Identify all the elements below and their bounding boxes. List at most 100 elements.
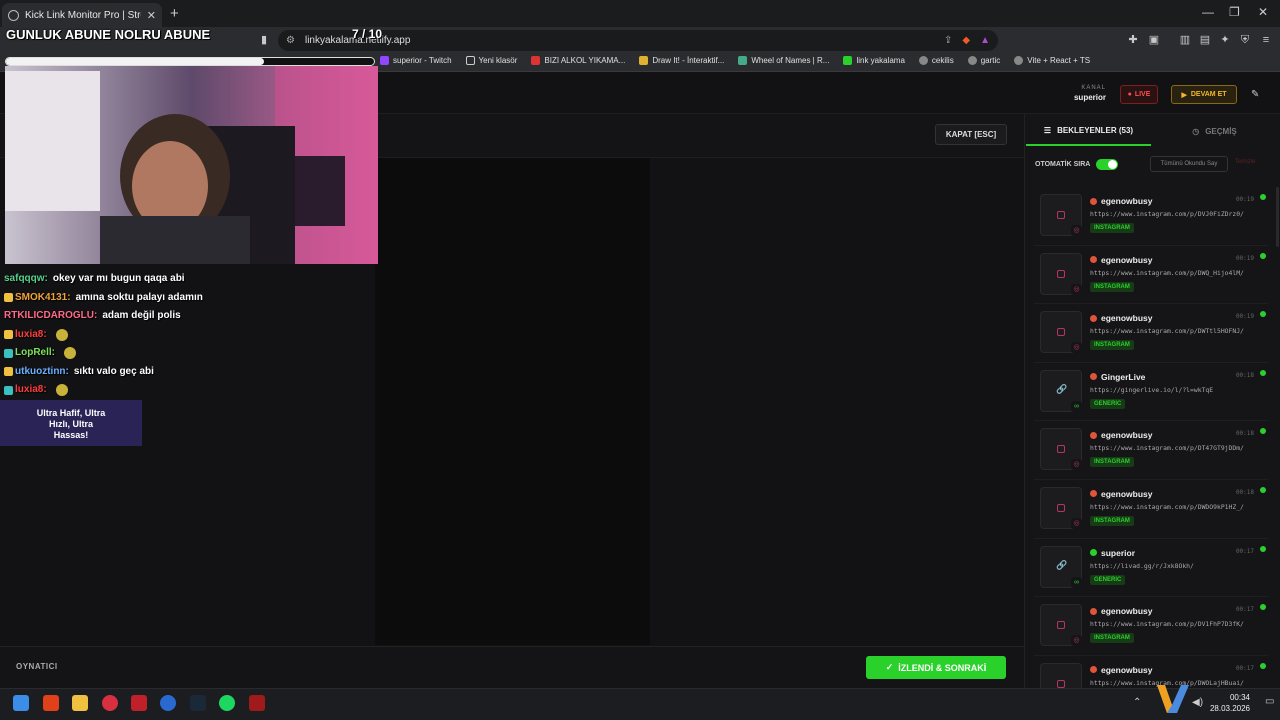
file-explorer-icon[interactable] <box>72 695 88 711</box>
queue-tag: INSTAGRAM <box>1090 340 1134 351</box>
minimize-icon[interactable]: — <box>1202 5 1214 19</box>
platform-badge-icon <box>1090 314 1097 322</box>
queue-url[interactable]: https://livad.gg/r/Jxk8Okh/ <box>1090 562 1260 570</box>
mark-all-read-button[interactable]: Tümünü Okundu Say <box>1150 156 1228 172</box>
queue-url[interactable]: https://www.instagram.com/p/DV1FhP7D3fK/ <box>1090 620 1260 628</box>
wallet-icon[interactable]: ▣ <box>1148 34 1160 46</box>
live-dot-icon: ● <box>1127 91 1132 98</box>
bookmark-item[interactable]: Vite + React + TS <box>1014 56 1090 65</box>
close-player-button[interactable]: KAPAT [ESC] <box>935 124 1007 145</box>
queue-username: superior <box>1090 548 1135 558</box>
notifications-icon[interactable]: ▭ <box>1265 696 1274 707</box>
chat-badge-icon <box>4 330 13 340</box>
volume-icon[interactable]: ◀) <box>1192 697 1203 708</box>
chat-badge-icon <box>4 385 13 395</box>
live-button[interactable]: ● LIVE <box>1120 85 1158 104</box>
maximize-icon[interactable]: ❐ <box>1229 5 1240 19</box>
bookmark-item[interactable]: Draw It! - İnteraktif... <box>639 56 724 65</box>
brave-icon[interactable] <box>43 695 59 711</box>
queue-url[interactable]: https://gingerlive.io/l/?l=wkTqE <box>1090 386 1260 394</box>
app-icon[interactable] <box>160 695 176 711</box>
resume-button[interactable]: ▶ DEVAM ET <box>1171 85 1237 104</box>
chat-username: LopRell: <box>15 347 55 358</box>
status-dot-icon <box>1260 545 1266 552</box>
leo-ai-icon[interactable]: ✦ <box>1219 34 1231 46</box>
queue-item[interactable]: ◎egenowbusyhttps://www.instagram.com/p/D… <box>1034 597 1268 656</box>
chat-username: luxia8: <box>15 384 47 395</box>
system-clock[interactable]: 00:34 28.03.2026 <box>1208 692 1250 714</box>
address-bar[interactable]: ⚙ linkyakalama.netlify.app ⇪ ◆ ▲ <box>278 30 998 51</box>
bookmark-icon[interactable]: ▮ <box>258 34 270 46</box>
queue-item[interactable]: 🔗 ∞ GingerLive https://gingerlive.io/l/?l=w… <box>1034 363 1268 422</box>
brave-shield-icon[interactable]: ◆ <box>962 35 970 46</box>
chat-badge-icon <box>4 348 13 358</box>
channel-info: KANAL superior <box>1040 85 1106 102</box>
voicemod-icon[interactable] <box>249 695 265 711</box>
link-thumbnail: ◎ <box>1040 662 1082 688</box>
chat-username: safqqqw: <box>4 273 48 284</box>
list-icon: ☰ <box>1043 125 1052 135</box>
link-thumbnail: ◎ <box>1040 252 1082 295</box>
queue-item[interactable]: ◎egenowbusyhttps://www.instagram.com/p/D… <box>1034 656 1268 688</box>
bookmark-item[interactable]: cekilis <box>918 56 954 65</box>
tab-history[interactable]: ◷ GEÇMİŞ <box>1152 116 1277 146</box>
bookmark-item[interactable]: superior - Twitch <box>380 56 452 65</box>
shield-icon[interactable]: ⛨ <box>1239 34 1251 46</box>
link-thumbnail: ◎ <box>1040 604 1082 647</box>
link-badge-icon: ∞ <box>1071 400 1082 412</box>
queue-item[interactable]: ◎egenowbusyhttps://www.instagram.com/p/D… <box>1034 246 1268 305</box>
share-icon[interactable]: ⇪ <box>944 35 952 46</box>
bookmark-item[interactable]: link yakalama <box>843 56 905 65</box>
close-tab-icon[interactable]: ✕ <box>147 9 156 22</box>
queue-time: 00:17 <box>1235 664 1254 672</box>
overlay-progress-bar <box>5 57 375 66</box>
queue-item[interactable]: ◎egenowbusyhttps://www.instagram.com/p/D… <box>1034 421 1268 480</box>
queue-time: 00:18 <box>1235 371 1254 379</box>
queue-item[interactable]: 🔗 ∞ superior https://livad.gg/r/Jxk8Okh/GEN… <box>1034 539 1268 598</box>
embedded-player[interactable] <box>375 158 650 645</box>
queue-tag: INSTAGRAM <box>1090 223 1134 233</box>
bookmark-item[interactable]: gartic <box>967 56 1000 65</box>
queue-url[interactable]: https://www.instagram.com/p/DVJ0FiZDrz0/ <box>1090 210 1260 218</box>
valorant-icon[interactable] <box>102 695 118 711</box>
edit-icon[interactable]: ✎ <box>1251 89 1263 101</box>
obs-icon[interactable] <box>131 695 147 711</box>
new-tab-icon[interactable]: + <box>170 5 179 22</box>
spotify-icon[interactable] <box>219 695 235 711</box>
queue-item[interactable]: ◎egenowbusyhttps://www.instagram.com/p/D… <box>1034 304 1268 363</box>
queue-url[interactable]: https://www.instagram.com/p/DWQ_Hijo4lM/ <box>1090 269 1260 277</box>
bookmark-item[interactable]: BIZI ALKOL YIKAMA... <box>531 56 625 65</box>
clear-button[interactable]: Temizle <box>1235 159 1255 165</box>
queue-tag: INSTAGRAM <box>1090 457 1134 468</box>
site-info-icon[interactable]: ⚙ <box>286 35 295 46</box>
rewards-icon[interactable]: ▲ <box>980 35 990 46</box>
menu-icon[interactable]: ≡ <box>1260 34 1272 46</box>
queue-item[interactable]: ◎egenowbusyhttps://www.instagram.com/p/D… <box>1034 187 1268 246</box>
sidebar-icon[interactable]: ▥ <box>1179 34 1191 46</box>
status-dot-icon <box>1260 194 1266 200</box>
webcam-feed <box>5 66 378 264</box>
browser-tab[interactable]: Kick Link Monitor Pro | Stream D ✕ <box>2 3 162 27</box>
queue-tag: INSTAGRAM <box>1090 515 1134 526</box>
queue-url[interactable]: https://www.instagram.com/p/DWDO9kP1HZ_/ <box>1090 503 1260 511</box>
queue-url[interactable]: https://www.instagram.com/p/DWTtl5HOFNJ/ <box>1090 327 1260 335</box>
scrollbar[interactable] <box>1276 187 1279 247</box>
watched-next-button[interactable]: ✓ İZLENDİ & SONRAKİ <box>866 656 1006 679</box>
bookmark-folder[interactable]: Yeni klasör <box>465 56 517 65</box>
platform-badge-icon <box>1090 256 1097 264</box>
queue-url[interactable]: https://www.instagram.com/p/DT47GT9jDDm/ <box>1090 444 1260 452</box>
queue-time: 00:17 <box>1235 547 1254 555</box>
queue-time: 00:18 <box>1235 430 1254 438</box>
start-icon[interactable] <box>13 695 29 711</box>
vpn-icon[interactable]: ▤ <box>1199 34 1211 46</box>
auto-queue-toggle[interactable] <box>1096 159 1119 170</box>
window-close-icon[interactable]: ✕ <box>1258 5 1268 19</box>
steam-icon[interactable] <box>190 695 206 711</box>
bookmark-item[interactable]: Wheel of Names | R... <box>738 56 829 65</box>
extensions-icon[interactable]: ✚ <box>1127 34 1139 46</box>
tab-waiting[interactable]: ☰ BEKLEYENLER (53) <box>1026 116 1151 146</box>
tray-app-icon[interactable] <box>1155 683 1191 715</box>
chat-username: SMOK4131: <box>15 291 71 303</box>
tray-chevron-icon[interactable]: ⌃ <box>1133 697 1141 708</box>
queue-item[interactable]: ◎egenowbusyhttps://www.instagram.com/p/D… <box>1034 480 1268 539</box>
